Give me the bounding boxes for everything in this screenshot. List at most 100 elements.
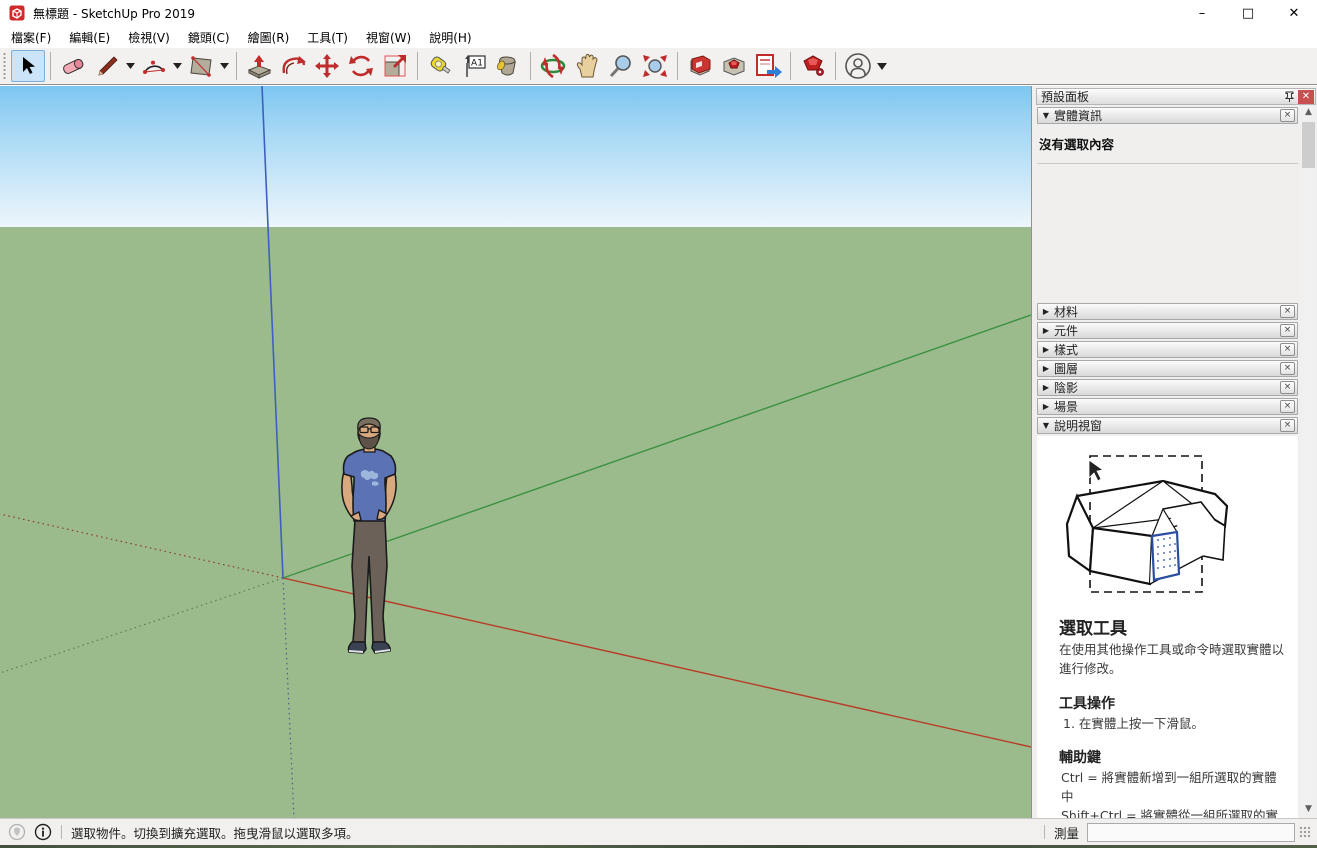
chevron-right-icon: ▶ (1038, 364, 1054, 373)
menu-help[interactable]: 說明(H) (420, 27, 480, 48)
menu-edit[interactable]: 編輯(E) (60, 27, 119, 48)
orbit-tool-button[interactable] (536, 50, 570, 82)
instructor-modifier-ctrl: Ctrl = 將實體新增到一組所選取的實體中 (1059, 769, 1286, 807)
drawing-axes (0, 86, 1031, 818)
zoom-extents-icon (641, 53, 669, 79)
section-shadows[interactable]: ▶ 陰影 × (1037, 379, 1298, 396)
chevron-right-icon: ▶ (1038, 307, 1054, 316)
move-tool-button[interactable] (310, 50, 344, 82)
extension-warehouse-button[interactable] (717, 50, 751, 82)
section-close-button[interactable]: × (1280, 381, 1295, 394)
menu-draw[interactable]: 繪圖(R) (239, 27, 299, 48)
3d-warehouse-button[interactable] (683, 50, 717, 82)
toolbar: A1 (0, 48, 1317, 85)
arc-tool-button[interactable] (137, 50, 171, 82)
panel-scrollbar[interactable]: ▲ ▼ (1301, 105, 1316, 817)
instructor-title: 選取工具 (1059, 614, 1286, 639)
sign-in-button[interactable] (841, 50, 875, 82)
rectangle-tool-button[interactable] (184, 50, 218, 82)
geolocation-icon[interactable] (8, 823, 26, 841)
section-close-button[interactable]: × (1280, 419, 1295, 432)
section-instructor[interactable]: ▼ 說明視窗 × (1037, 417, 1298, 434)
close-button[interactable]: ✕ (1271, 0, 1317, 26)
resize-grip[interactable] (1299, 826, 1311, 838)
measurements-input[interactable] (1087, 823, 1295, 842)
line-tool-dropdown[interactable] (124, 50, 137, 82)
green-axis-negative (0, 578, 283, 673)
section-close-button[interactable]: × (1280, 343, 1295, 356)
scroll-up-icon[interactable]: ▲ (1301, 105, 1316, 120)
zoom-extents-button[interactable] (638, 50, 672, 82)
section-layers[interactable]: ▶ 圖層 × (1037, 360, 1298, 377)
info-icon[interactable] (34, 823, 52, 841)
section-materials[interactable]: ▶ 材料 × (1037, 303, 1298, 320)
extension-manager-icon (798, 53, 828, 79)
cursor-icon (1089, 460, 1103, 481)
toolbar-drag-handle[interactable] (2, 51, 7, 81)
section-entity-info[interactable]: ▼ 實體資訊 × (1037, 107, 1298, 124)
paint-bucket-tool-button[interactable] (491, 50, 525, 82)
scrollbar-thumb[interactable] (1302, 122, 1315, 168)
text-tool-button[interactable]: A1 (457, 50, 491, 82)
instructor-description: 在使用其他操作工具或命令時選取實體以進行修改。 (1059, 641, 1286, 679)
toolbar-separator (835, 52, 836, 80)
instructor-modifier-heading: 輔助鍵 (1059, 747, 1286, 767)
chevron-right-icon: ▶ (1038, 383, 1054, 392)
minimize-button[interactable]: – (1179, 0, 1225, 26)
arc-tool-dropdown[interactable] (171, 50, 184, 82)
selected-face (1152, 532, 1179, 580)
tape-measure-tool-button[interactable] (423, 50, 457, 82)
toolbar-separator (417, 52, 418, 80)
section-close-button[interactable]: × (1280, 324, 1295, 337)
chevron-right-icon: ▶ (1038, 326, 1054, 335)
section-scenes[interactable]: ▶ 場景 × (1037, 398, 1298, 415)
select-arrow-icon (17, 55, 39, 77)
modeling-viewport[interactable] (0, 86, 1031, 818)
instructor-op-step: 1. 在實體上按一下滑鼠。 (1059, 715, 1286, 734)
menu-tools[interactable]: 工具(T) (298, 27, 357, 48)
panel-tray-close-button[interactable]: ✕ (1298, 90, 1314, 104)
send-to-layout-icon (753, 53, 783, 79)
section-close-button[interactable]: × (1280, 362, 1295, 375)
status-message: 選取物件。切換到擴充選取。拖曳滑鼠以選取多項。 (71, 823, 359, 842)
toolbar-separator (50, 52, 51, 80)
chevron-right-icon: ▶ (1038, 402, 1054, 411)
push-pull-tool-button[interactable] (242, 50, 276, 82)
extension-manager-button[interactable] (796, 50, 830, 82)
push-pull-icon (245, 53, 273, 79)
offset-tool-button[interactable] (276, 50, 310, 82)
measurements-label: 測量 (1054, 823, 1079, 842)
scale-figure-person[interactable] (325, 416, 415, 666)
sign-in-dropdown[interactable] (875, 50, 888, 82)
menu-file[interactable]: 檔案(F) (2, 27, 60, 48)
rectangle-tool-dropdown[interactable] (218, 50, 231, 82)
scroll-down-icon[interactable]: ▼ (1301, 802, 1316, 817)
eraser-tool-button[interactable] (56, 50, 90, 82)
default-panel-tray: 預設面板 ✕ ▼ 實體資訊 × 沒有選取內容 ▶ 材料 × ▶ 元件 × ▶ 樣… (1031, 86, 1317, 818)
send-to-layout-button[interactable] (751, 50, 785, 82)
no-selection-message: 沒有選取內容 (1037, 126, 1298, 163)
select-tool-button[interactable] (11, 50, 45, 82)
section-close-button[interactable]: × (1280, 400, 1295, 413)
section-styles[interactable]: ▶ 樣式 × (1037, 341, 1298, 358)
toolbar-separator (530, 52, 531, 80)
menu-window[interactable]: 視窗(W) (357, 27, 420, 48)
instructor-content: 選取工具 在使用其他操作工具或命令時選取實體以進行修改。 工具操作 1. 在實體… (1037, 436, 1298, 818)
arc-icon (141, 54, 167, 78)
section-components[interactable]: ▶ 元件 × (1037, 322, 1298, 339)
menu-camera[interactable]: 鏡頭(C) (179, 27, 239, 48)
toolbar-separator (790, 52, 791, 80)
zoom-tool-button[interactable] (604, 50, 638, 82)
section-close-button[interactable]: × (1280, 109, 1295, 122)
rotate-tool-button[interactable] (344, 50, 378, 82)
menu-view[interactable]: 檢視(V) (119, 27, 179, 48)
section-close-button[interactable]: × (1280, 305, 1295, 318)
pan-tool-button[interactable] (570, 50, 604, 82)
line-tool-button[interactable] (90, 50, 124, 82)
svg-text:A1: A1 (471, 59, 483, 69)
maximize-button[interactable]: □ (1225, 0, 1271, 26)
scale-tool-button[interactable] (378, 50, 412, 82)
pin-icon[interactable] (1281, 90, 1297, 104)
panel-tray-header[interactable]: 預設面板 ✕ (1036, 88, 1316, 105)
paint-bucket-icon (494, 53, 522, 79)
